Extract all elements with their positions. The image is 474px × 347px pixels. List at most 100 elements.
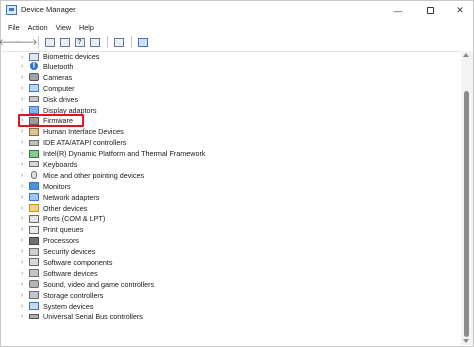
expand-chevron-icon[interactable]: › <box>18 205 26 212</box>
expand-chevron-icon[interactable]: › <box>18 63 26 70</box>
show-hide-console-tree-button[interactable] <box>43 36 56 49</box>
tree-item-label: System devices <box>43 301 94 311</box>
expand-chevron-icon[interactable]: › <box>18 183 26 190</box>
expand-chevron-icon[interactable]: › <box>18 85 26 92</box>
tree-item-cameras[interactable]: › Cameras <box>2 72 461 83</box>
tree-item-label: Intel(R) Dynamic Platform and Thermal Fr… <box>43 149 206 159</box>
tree-item-human-interface-devices[interactable]: › Human Interface Devices <box>2 126 461 137</box>
expand-chevron-icon[interactable]: › <box>18 248 26 255</box>
console-tree-icon <box>44 37 55 47</box>
properties-icon <box>59 37 70 47</box>
forward-button[interactable]: 🡒 <box>13 36 37 49</box>
tree-item-label: Sound, video and game controllers <box>43 279 155 289</box>
scroll-down-icon[interactable] <box>463 339 469 343</box>
tree-item-other-devices[interactable]: › Other devices <box>2 203 461 214</box>
expand-chevron-icon[interactable]: › <box>18 161 26 168</box>
menu-file[interactable]: File <box>4 23 24 32</box>
tree-item-storage-controllers[interactable]: › Storage controllers <box>2 290 461 301</box>
disk-drive-icon <box>29 96 39 103</box>
ide-controller-icon <box>29 139 39 146</box>
highlight-box-bluetooth <box>18 114 84 127</box>
tree-item-software-devices[interactable]: › Software devices <box>2 268 461 279</box>
expand-chevron-icon[interactable]: › <box>18 150 26 157</box>
expand-chevron-icon[interactable]: › <box>18 139 26 146</box>
tree-item-label: Other devices <box>43 203 88 213</box>
close-button[interactable]: ✕ <box>445 1 474 20</box>
menu-bar: File Action View Help <box>1 20 473 34</box>
expand-chevron-icon[interactable]: › <box>18 313 26 320</box>
tree-item-label: Software components <box>43 257 113 267</box>
ports-icon <box>29 214 39 223</box>
expand-chevron-icon[interactable]: › <box>18 194 26 201</box>
tree-item-label: Mice and other pointing devices <box>43 170 145 180</box>
expand-chevron-icon[interactable]: › <box>18 172 26 179</box>
tree-item-ports-com-lpt[interactable]: › Ports (COM & LPT) <box>2 213 461 224</box>
action-pane-icon <box>89 37 100 47</box>
tree-item-print-queues[interactable]: › Print queues <box>2 224 461 235</box>
toolbar-separator <box>107 36 108 48</box>
device-tree[interactable]: › Biometric devices › ᛒ Bluetooth › Cameras ›… <box>2 51 461 345</box>
action-pane-button[interactable] <box>88 36 101 49</box>
other-devices-icon <box>29 204 39 213</box>
display-adapter-icon <box>29 106 39 114</box>
tree-item-label: Security devices <box>43 247 96 257</box>
expand-chevron-icon[interactable]: › <box>18 303 26 310</box>
minimize-button[interactable]: — <box>383 1 413 20</box>
menu-help[interactable]: Help <box>75 23 98 32</box>
title-bar[interactable]: Device Manager — ✕ <box>1 1 473 20</box>
expand-chevron-icon[interactable]: › <box>18 215 26 222</box>
maximize-button[interactable] <box>415 1 445 20</box>
properties-button[interactable] <box>58 36 71 49</box>
tree-item-label: Ports (COM & LPT) <box>43 214 106 224</box>
intel-chip-icon <box>29 149 39 158</box>
close-icon: ✕ <box>456 5 464 15</box>
tree-item-network-adapters[interactable]: › Network adapters <box>2 192 461 203</box>
expand-chevron-icon[interactable]: › <box>18 237 26 244</box>
help-icon: ? <box>74 37 85 47</box>
expand-chevron-icon[interactable]: › <box>18 128 26 135</box>
tree-item-disk-drives[interactable]: › Disk drives <box>2 94 461 105</box>
expand-chevron-icon[interactable]: › <box>18 259 26 266</box>
expand-chevron-icon[interactable]: › <box>18 74 26 81</box>
expand-chevron-icon[interactable]: › <box>18 96 26 103</box>
tree-item-sound-video-and-game-controllers[interactable]: › Sound, video and game controllers <box>2 279 461 290</box>
tree-item-system-devices[interactable]: › System devices <box>2 301 461 312</box>
scan-hardware-changes-button[interactable] <box>136 36 149 49</box>
tree-item-security-devices[interactable]: › Security devices <box>2 246 461 257</box>
tree-item-label: Processors <box>43 236 79 246</box>
tree-item-ide-ata-atapi-controllers[interactable]: › IDE ATA/ATAPI controllers <box>2 137 461 148</box>
tree-item-biometric-devices[interactable]: › Biometric devices <box>2 53 461 61</box>
printer-icon <box>29 225 39 234</box>
tree-item-processors[interactable]: › Processors <box>2 235 461 246</box>
update-driver-button[interactable] <box>112 36 125 49</box>
tree-item-computer[interactable]: › Computer <box>2 83 461 94</box>
scroll-up-icon[interactable] <box>463 53 469 57</box>
tree-item-label: Storage controllers <box>43 290 104 300</box>
expand-chevron-icon[interactable]: › <box>18 226 26 233</box>
expand-chevron-icon[interactable]: › <box>18 281 26 288</box>
menu-action[interactable]: Action <box>24 23 52 32</box>
tree-item-monitors[interactable]: › Monitors <box>2 181 461 192</box>
scrollbar-thumb[interactable] <box>464 91 469 337</box>
tree-item-label: IDE ATA/ATAPI controllers <box>43 138 127 148</box>
tree-item-mice-and-other-pointing-devices[interactable]: › Mice and other pointing devices <box>2 170 461 181</box>
tree-item-universal-serial-bus-controllers[interactable]: › Universal Serial Bus controllers <box>2 311 461 322</box>
expand-chevron-icon[interactable]: › <box>18 270 26 277</box>
tree-item-software-components[interactable]: › Software components <box>2 257 461 268</box>
tree-item-intel-r-dynamic-platform-and-thermal-framework[interactable]: › Intel(R) Dynamic Platform and Thermal F… <box>2 148 461 159</box>
maximize-icon <box>426 7 434 14</box>
hid-icon <box>29 127 39 136</box>
expand-chevron-icon[interactable]: › <box>18 292 26 299</box>
toolbar-separator <box>38 36 39 48</box>
computer-icon <box>29 84 39 93</box>
expand-chevron-icon[interactable]: › <box>18 107 26 114</box>
window-title: Device Manager <box>21 5 76 14</box>
system-device-icon <box>29 302 39 311</box>
menu-view[interactable]: View <box>52 23 75 32</box>
forward-arrow-icon: 🡒 <box>13 36 38 47</box>
help-button[interactable]: ? <box>73 36 86 49</box>
vertical-scrollbar[interactable] <box>461 51 473 345</box>
expand-chevron-icon[interactable]: › <box>18 54 26 61</box>
tree-item-bluetooth[interactable]: › ᛒ Bluetooth <box>2 61 461 72</box>
tree-item-keyboards[interactable]: › Keyboards <box>2 159 461 170</box>
